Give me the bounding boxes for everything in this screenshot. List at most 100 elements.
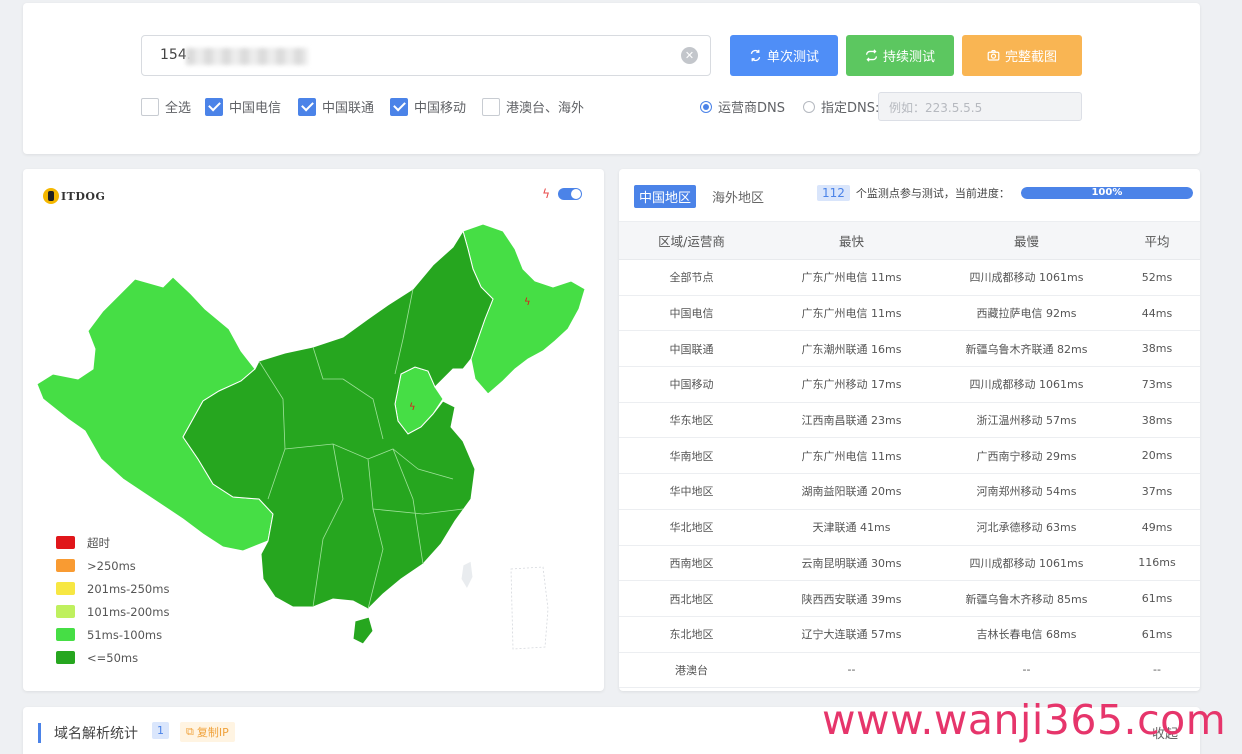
table-cell: -- [764, 652, 939, 689]
progress-bar: 100% [1020, 187, 1193, 199]
table-row: 西南地区 云南昆明联通 30ms 四川成都移动 1061ms 116ms [619, 545, 1200, 582]
table-cell: 陕西西安联通 39ms [764, 580, 939, 617]
continuous-test-button[interactable]: 持续测试 [846, 35, 954, 76]
section-accent-bar [38, 723, 41, 743]
full-screenshot-label: 完整截图 [1004, 50, 1057, 65]
filter-label: 中国电信 [229, 101, 282, 116]
legend-label: 51ms-100ms [87, 627, 163, 642]
table-row: 全部节点 广东广州电信 11ms 四川成都移动 1061ms 52ms [619, 259, 1200, 296]
filter-label: 港澳台、海外 [506, 101, 585, 116]
filter-unicom[interactable]: 中国联通 [298, 97, 374, 116]
table-row: 港澳台 -- -- -- [619, 652, 1200, 689]
tab-china[interactable]: 中国地区 [634, 185, 697, 208]
table-cell: -- [1114, 652, 1200, 689]
table-row: 华东地区 江西南昌联通 23ms 浙江温州移动 57ms 38ms [619, 402, 1200, 439]
query-panel: 154. ✕ 单次测试 持续测试 完整截图 全选 中国电信 中国联通 中国移动 [23, 3, 1200, 154]
copy-ip-label: 复制IP [196, 726, 229, 739]
table-cell: 吉林长春电信 68ms [939, 616, 1114, 653]
table-cell: 辽宁大连联通 57ms [764, 616, 939, 653]
table-cell: 华北地区 [619, 509, 764, 546]
progress-value: 100% [1091, 187, 1123, 198]
site-watermark: www.wanji365.com [822, 696, 1227, 744]
table-cell: 61ms [1114, 616, 1200, 653]
legend-swatch [56, 536, 75, 549]
column-header: 平均 [1114, 221, 1200, 260]
filter-overseas[interactable]: 港澳台、海外 [482, 97, 584, 116]
map-region-hainan[interactable] [352, 616, 374, 645]
ip-input[interactable]: 154. ✕ [141, 35, 711, 76]
table-cell: 61ms [1114, 580, 1200, 617]
filter-label: 中国联通 [322, 101, 375, 116]
table-cell: 37ms [1114, 473, 1200, 510]
map-marker-beijing[interactable]: ϟ [409, 402, 416, 413]
dns-stats-title: 域名解析统计 [54, 726, 138, 742]
clear-icon[interactable]: ✕ [681, 47, 698, 64]
table-cell: 四川成都移动 1061ms [939, 259, 1114, 296]
radio-selected-icon[interactable] [700, 100, 712, 113]
tab-overseas[interactable]: 海外地区 [707, 185, 769, 208]
legend-label: >250ms [87, 558, 136, 573]
legend-label: 超时 [87, 535, 110, 550]
map-region-taiwan[interactable] [460, 560, 474, 591]
table-cell: 广东广州电信 11ms [764, 259, 939, 296]
checkbox-icon[interactable] [482, 97, 500, 116]
legend-item-under-50: <=50ms [56, 646, 169, 669]
map-region-mainland-core[interactable] [182, 229, 494, 610]
table-cell: 49ms [1114, 509, 1200, 546]
table-cell: 全部节点 [619, 259, 764, 296]
filter-mobile[interactable]: 中国移动 [390, 97, 466, 116]
custom-dns-input[interactable]: 例如：223.5.5.5 [878, 92, 1082, 121]
table-cell: 西北地区 [619, 580, 764, 617]
legend-label: 101ms-200ms [87, 604, 170, 619]
checkbox-icon[interactable] [141, 97, 159, 116]
table-cell: 云南昆明联通 30ms [764, 545, 939, 582]
filter-select-all[interactable]: 全选 [141, 97, 191, 116]
legend-swatch [56, 628, 75, 641]
filter-telecom[interactable]: 中国电信 [205, 97, 281, 116]
checkbox-checked-icon[interactable] [390, 97, 408, 116]
dns-carrier-option[interactable]: 运营商DNS [700, 97, 785, 116]
checkbox-checked-icon[interactable] [205, 97, 223, 116]
copy-icon: ⧉ [186, 725, 194, 738]
legend-item-timeout: 超时 [56, 531, 169, 554]
table-cell: 华南地区 [619, 437, 764, 475]
table-cell: 西藏拉萨电信 92ms [939, 295, 1114, 332]
refresh-icon [750, 49, 761, 62]
table-row: 中国联通 广东潮州联通 16ms 新疆乌鲁木齐联通 82ms 38ms [619, 330, 1200, 368]
table-cell: 西南地区 [619, 545, 764, 582]
table-cell: 广东广州电信 11ms [764, 295, 939, 332]
table-cell: 四川成都移动 1061ms [939, 545, 1114, 582]
table-cell: 52ms [1114, 259, 1200, 296]
table-cell: 广东潮州联通 16ms [764, 330, 939, 368]
table-row: 东北地区 辽宁大连联通 57ms 吉林长春电信 68ms 61ms [619, 616, 1200, 653]
full-screenshot-button[interactable]: 完整截图 [962, 35, 1082, 76]
copy-ip-button[interactable]: ⧉ 复制IP [180, 722, 235, 742]
table-cell: 中国联通 [619, 330, 764, 368]
dns-custom-option[interactable]: 指定DNS: [803, 97, 879, 116]
map-marker-harbin[interactable]: ϟ [524, 297, 531, 308]
stats-panel: 中国地区 海外地区 112 个监测点参与测试，当前进度： 100% 区域/运营商… [619, 169, 1200, 691]
checkbox-checked-icon[interactable] [298, 97, 316, 116]
radio-icon[interactable] [803, 100, 815, 113]
filter-label: 全选 [165, 101, 192, 116]
ip-redaction-blur [186, 48, 308, 65]
dns-custom-label: 指定DNS: [821, 101, 880, 116]
table-cell: 38ms [1114, 330, 1200, 368]
legend-swatch [56, 582, 75, 595]
table-cell: -- [939, 652, 1114, 689]
latency-table: 区域/运营商 最快 最慢 平均 全部节点 广东广州电信 11ms 四川成都移动 10… [619, 221, 1200, 689]
legend-item-51-100: 51ms-100ms [56, 623, 169, 646]
table-cell: 20ms [1114, 437, 1200, 475]
legend-swatch [56, 605, 75, 618]
map-panel: ITDOG ϟ ϟ ϟ 超时 >250ms 201ms-250ms 101ms-… [23, 169, 604, 691]
column-header: 区域/运营商 [619, 221, 764, 260]
table-cell: 天津联通 41ms [764, 509, 939, 546]
legend-label: <=50ms [87, 650, 139, 665]
table-row: 中国电信 广东广州电信 11ms 西藏拉萨电信 92ms 44ms [619, 295, 1200, 332]
single-test-button[interactable]: 单次测试 [730, 35, 838, 76]
table-cell: 广东广州电信 11ms [764, 437, 939, 475]
progress-text: 个监测点参与测试，当前进度： [855, 187, 1010, 200]
table-row: 华南地区 广东广州电信 11ms 广西南宁移动 29ms 20ms [619, 437, 1200, 475]
continuous-test-label: 持续测试 [882, 50, 935, 65]
camera-icon [987, 50, 1000, 61]
